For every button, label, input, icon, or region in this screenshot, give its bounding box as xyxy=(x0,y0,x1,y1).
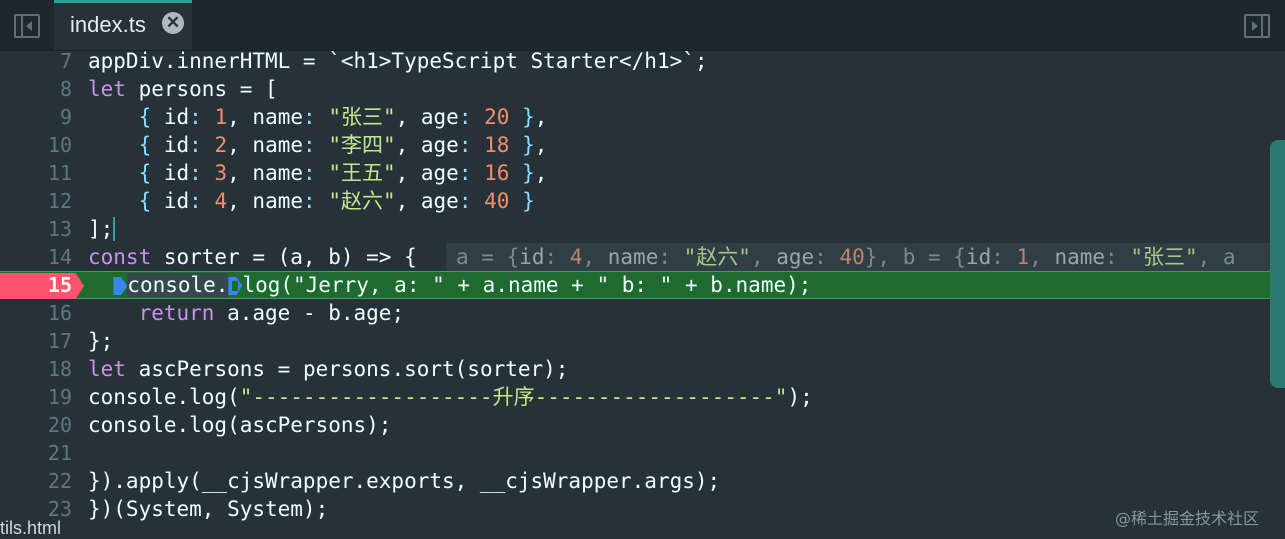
code-line: 17 }; xyxy=(0,327,1285,355)
line-number: 9 xyxy=(59,105,72,129)
code-text: appDiv.innerHTML = `<h1>TypeScript Start… xyxy=(88,49,708,73)
toggle-right-panel-icon[interactable] xyxy=(1244,14,1270,38)
line-number: 8 xyxy=(59,77,72,101)
line-number: 16 xyxy=(47,301,72,325)
code-text: { id: 4, name: "赵六", age: 40 } xyxy=(138,189,535,213)
code-text: { id: 2, name: "李四", age: 18 }, xyxy=(138,133,548,157)
code-text: const sorter = (a, b) => { xyxy=(88,245,417,269)
watermark: @稀土掘金技术社区 xyxy=(1115,509,1260,528)
line-number: 12 xyxy=(47,189,72,213)
code-line: 22 }).apply(__cjsWrapper.exports, __cjsW… xyxy=(0,467,1285,495)
code-text: { id: 3, name: "王五", age: 16 }, xyxy=(138,161,548,185)
code-line: 8 let persons = [ xyxy=(0,75,1285,103)
code-text: { id: 1, name: "张三", age: 20 }, xyxy=(138,105,548,129)
code-text: let persons = [ xyxy=(88,77,278,101)
line-number: 17 xyxy=(47,329,72,353)
tab-index-ts[interactable]: index.ts ✕ xyxy=(54,0,192,50)
line-number: 10 xyxy=(47,133,72,157)
line-number: 7 xyxy=(59,49,72,73)
scrollbar-thumb[interactable] xyxy=(1270,140,1285,388)
code-line: 9 { id: 1, name: "张三", age: 20 }, xyxy=(0,103,1285,131)
code-text: console.log(ascPersons); xyxy=(88,413,392,437)
code-text: }).apply(__cjsWrapper.exports, __cjsWrap… xyxy=(88,469,721,493)
code-text: let ascPersons = persons.sort(sorter); xyxy=(88,357,569,381)
line-number: 18 xyxy=(47,357,72,381)
inline-breakpoint-hint-icon[interactable] xyxy=(228,277,243,295)
code-text: console.log("-------------------升序------… xyxy=(88,385,813,409)
line-number: 21 xyxy=(47,441,72,465)
current-execution-line: 15 console. log("Jerry, a: " + a.name + "… xyxy=(0,271,1285,299)
line-number: 19 xyxy=(47,385,72,409)
code-text: }; xyxy=(88,329,114,353)
code-line: 7 appDiv.innerHTML = `<h1>TypeScript Sta… xyxy=(0,47,1285,75)
line-number: 15 xyxy=(47,273,72,297)
line-number: 11 xyxy=(47,161,72,185)
code-text: })(System, System); xyxy=(88,497,329,521)
code-text: console. log("Jerry, a: " + a.name + " b:… xyxy=(88,271,811,299)
text-cursor xyxy=(113,217,115,241)
code-line: 11 { id: 3, name: "王五", age: 16 }, xyxy=(0,159,1285,187)
code-editor[interactable]: 7 appDiv.innerHTML = `<h1>TypeScript Sta… xyxy=(0,47,1285,535)
code-line: 23 })(System, System); xyxy=(0,495,1285,523)
tab-label: index.ts xyxy=(70,12,146,37)
debug-inline-values: a = {id: 4, name: "赵六", age: 40}, b = {i… xyxy=(446,243,1285,271)
line-number: 20 xyxy=(47,413,72,437)
code-line: 19 console.log("-------------------升序---… xyxy=(0,383,1285,411)
code-line: 16 return a.age - b.age; xyxy=(0,299,1285,327)
bottom-file-tab[interactable]: tils.html xyxy=(0,518,61,538)
code-line: 10 { id: 2, name: "李四", age: 18 }, xyxy=(0,131,1285,159)
inline-breakpoint-icon[interactable] xyxy=(113,277,128,295)
code-text: ]; xyxy=(88,217,114,241)
code-line: 21 xyxy=(0,439,1285,467)
code-line: 20 console.log(ascPersons); xyxy=(0,411,1285,439)
code-line: 13 ]; xyxy=(0,215,1285,243)
tab-bar: index.ts ✕ xyxy=(0,0,1285,51)
code-line: 18 let ascPersons = persons.sort(sorter)… xyxy=(0,355,1285,383)
code-line: 14 const sorter = (a, b) => { a = {id: 4… xyxy=(0,243,1285,271)
code-line: 12 { id: 4, name: "赵六", age: 40 } xyxy=(0,187,1285,215)
line-number: 14 xyxy=(47,245,72,269)
toggle-left-panel-icon[interactable] xyxy=(14,14,40,38)
code-text: return a.age - b.age; xyxy=(138,301,405,325)
line-number: 13 xyxy=(47,217,72,241)
line-number: 22 xyxy=(47,469,72,493)
close-tab-icon[interactable]: ✕ xyxy=(162,12,184,34)
